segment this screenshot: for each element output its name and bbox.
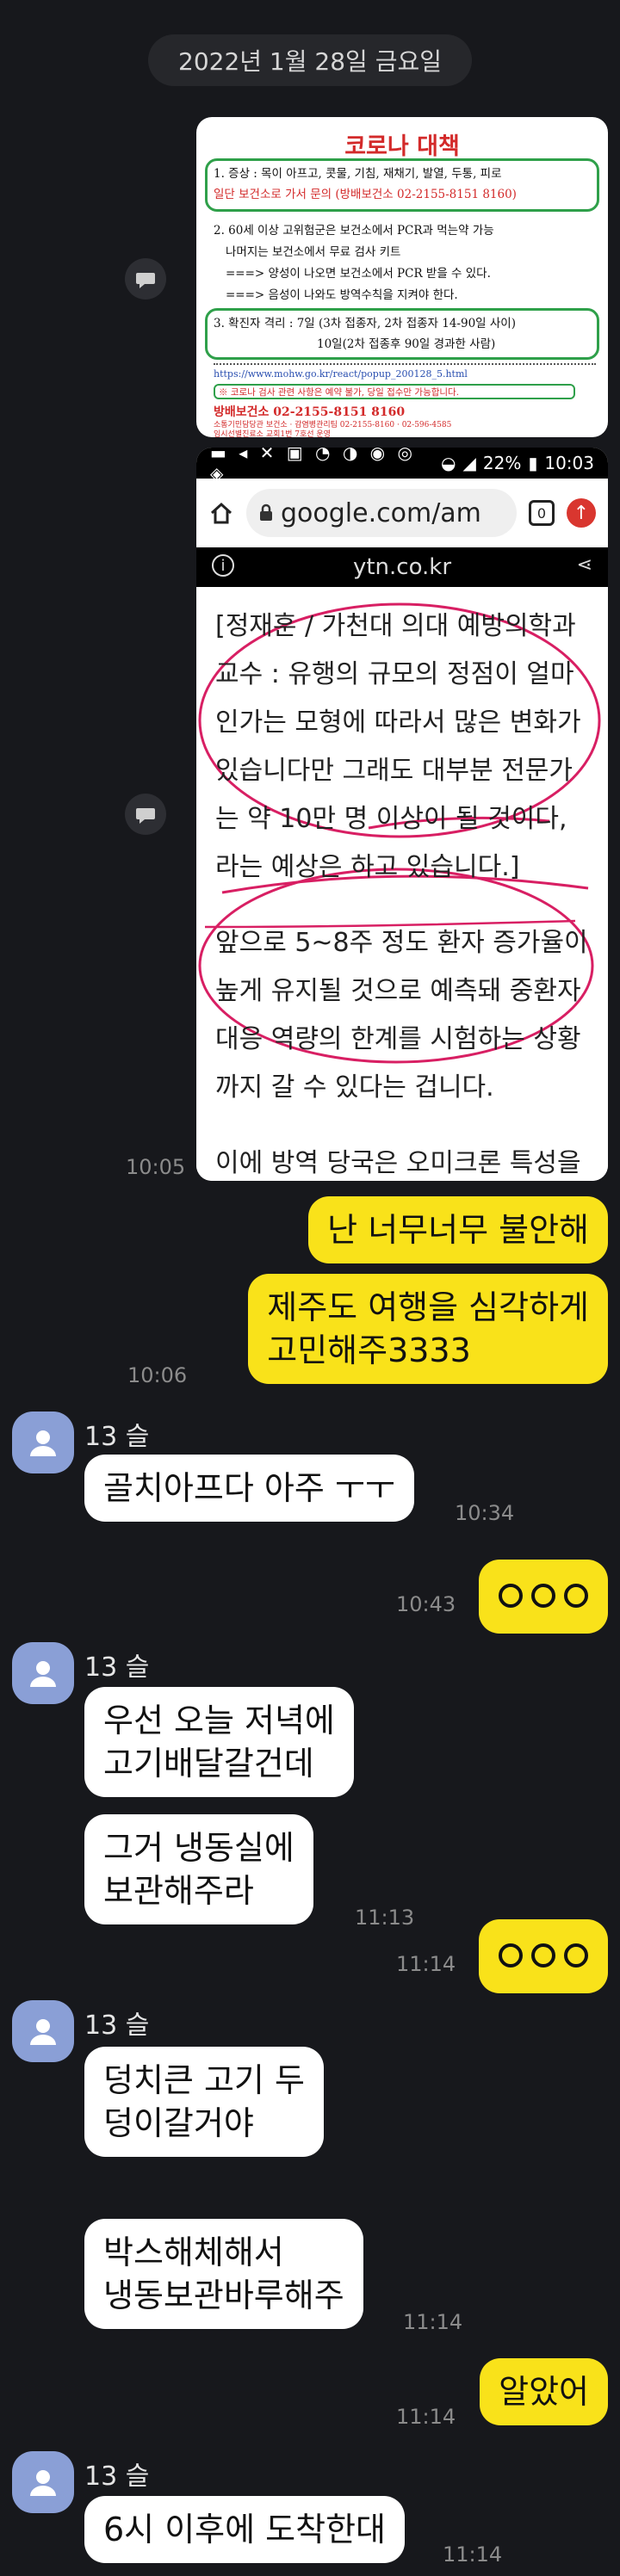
message-time: 11:14 [443,2542,503,2567]
notice-item-2: 2. 60세 이상 고위험군은 보건소에서 PCR과 먹는약 가능 나머지는 보… [214,224,494,302]
tabs-icon: 0 [529,500,555,526]
message-time: 10:34 [455,1501,515,1525]
circle-emoticon [531,1584,555,1608]
battery-level: 22% [482,453,522,473]
notice-url: https://www.mohw.go.kr/react/popup_20012… [214,368,468,380]
sender-name: 13 슬 [84,2462,150,2492]
my-message-bubble[interactable]: 제주도 여행을 심각하게 고민해주3333 [248,1274,608,1384]
my-message-bubble[interactable]: 알았어 [480,2358,608,2425]
circle-emoticon [531,1943,555,1968]
signal-icon: ◢ [462,453,476,473]
covid-notice-image[interactable]: 코로나 대책 1. 증상 : 목이 아프고, 콧물, 기침, 재채기, 발열, … [196,117,608,437]
notice-item-3: 3. 확진자 격리 : 7일 (3차 접종자, 2차 접종자 14-90일 사이… [214,317,516,351]
share-icon[interactable] [125,258,166,300]
their-message-bubble[interactable]: 박스해체해서 냉동보관바루해주 [84,2219,363,2329]
site-info-bar: i ytn.co.kr ⋖ [196,547,608,587]
home-icon [210,502,232,524]
browser-url-bar: google.com/am 0 ↑ [196,479,608,547]
avatar[interactable] [12,2451,74,2513]
notice-item-1: 1. 증상 : 목이 아프고, 콧물, 기침, 재채기, 발열, 두통, 피로 … [214,167,517,201]
article-body: [정재훈 / 가천대 의대 예방의학과 교수 : 유행의 규모의 정점이 얼마 … [196,587,608,1181]
circle-emoticon [499,1584,523,1608]
person-icon [30,2470,56,2496]
address-field: google.com/am [246,489,517,537]
battery-icon: ▮ [528,453,538,473]
sender-name: 13 슬 [84,2011,150,2041]
message-time: 11:14 [396,2405,456,2429]
date-divider: 2022년 1월 28일 금요일 [148,34,472,86]
notice-title: 코로나 대책 [344,133,460,160]
article-paragraph-1: [정재훈 / 가천대 의대 예방의학과 교수 : 유행의 규모의 정점이 얼마 … [215,611,581,882]
sender-name: 13 슬 [84,1652,150,1683]
message-time: 11:13 [355,1906,415,1930]
message-time: 10:06 [127,1363,188,1387]
my-message-bubble[interactable] [479,1560,608,1634]
avatar[interactable] [12,2000,74,2062]
their-message-bubble[interactable]: 덩치큰 고기 두 덩이갈거야 [84,2047,324,2157]
site-domain: ytn.co.kr [352,554,452,580]
news-screenshot-image[interactable]: ▬ ◂ ✕ ▣ ◔ ◑ ◉ ◎ ◈ ◒ ◢ 22% ▮ 10:03 google… [196,448,608,1181]
notice-footer-phone: 방배보건소 02-2155-8151 8160 [214,405,406,419]
circle-emoticon [564,1943,588,1968]
status-time: 10:03 [544,453,594,473]
their-message-bubble[interactable]: 6시 이후에 도착한대 [84,2496,406,2563]
phone-status-bar: ▬ ◂ ✕ ▣ ◔ ◑ ◉ ◎ ◈ ◒ ◢ 22% ▮ 10:03 [196,448,608,484]
my-message-bubble[interactable]: 난 너무너무 불안해 [308,1196,608,1263]
notice-footer-clinic: 임시선별진료소 교회1번 7호선 운영 [214,430,331,437]
circle-emoticon [564,1584,588,1608]
notice-divider [214,363,596,365]
their-message-bubble[interactable]: 골치아프다 아주 ㅜㅜ [84,1455,414,1522]
their-message-bubble[interactable]: 우선 오늘 저녁에 고기배달갈건데 [84,1687,354,1797]
share-icon[interactable] [125,794,166,835]
their-message-bubble[interactable]: 그거 냉동실에 보관해주라 [84,1814,313,1924]
person-icon [30,1430,56,1456]
lock-icon [260,503,272,521]
avatar[interactable] [12,1642,74,1704]
my-message-bubble[interactable] [479,1919,608,1993]
article-paragraph-3: 이에 방역 당국은 오미크론 특성을 [215,1148,581,1178]
upload-icon: ↑ [567,498,596,528]
info-icon: i [212,554,234,577]
avatar[interactable] [12,1412,74,1473]
person-icon [30,2019,56,2045]
sender-name: 13 슬 [84,1422,150,1452]
person-icon [30,1661,56,1687]
share-icon: ⋖ [576,554,592,576]
circle-emoticon [499,1943,523,1968]
message-time: 11:14 [396,1952,456,1976]
message-time: 10:05 [126,1155,186,1179]
message-time: 10:43 [396,1592,456,1616]
article-paragraph-2: 앞으로 5~8주 정도 환자 증가율이 높게 유지될 것으로 예측돼 중환자 대… [215,928,588,1103]
notice-footer-note: ※ 코로나 검사 관련 사항은 예약 불가, 당일 접수만 가능합니다. [219,387,460,398]
wifi-icon: ◒ [441,453,456,473]
address-text: google.com/am [281,497,481,528]
message-time: 11:14 [403,2310,463,2334]
